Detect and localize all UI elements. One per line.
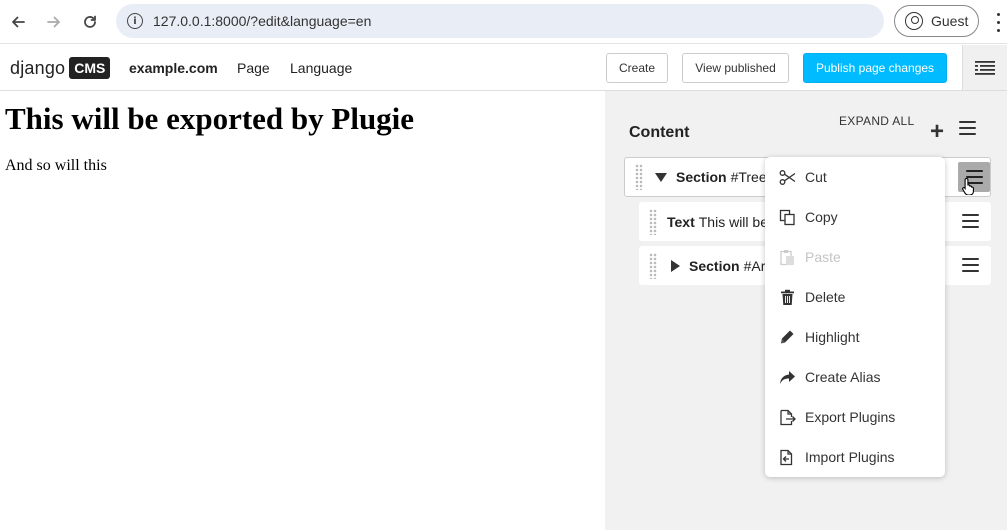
menu-item-delete[interactable]: Delete <box>765 277 945 317</box>
plugin-desc: #Tree <box>730 169 767 185</box>
menu-item-label: Create Alias <box>805 369 881 385</box>
pen-icon <box>778 328 796 346</box>
menu-item-highlight[interactable]: Highlight <box>765 317 945 357</box>
language-menu[interactable]: Language <box>290 60 352 76</box>
menu-item-label: Paste <box>805 249 841 265</box>
logo-badge: CMS <box>69 57 111 79</box>
menu-item-copy[interactable]: Copy <box>765 197 945 237</box>
view-published-button[interactable]: View published <box>682 53 789 83</box>
placeholder-menu-icon[interactable] <box>959 121 976 135</box>
plugin-name: Text <box>667 213 695 230</box>
page-content: This will be exported by Plugie And so w… <box>0 91 605 530</box>
page-paragraph: And so will this <box>5 157 107 174</box>
page-heading: This will be exported by Plugie <box>5 101 415 136</box>
menu-item-export-plugins[interactable]: Export Plugins <box>765 397 945 437</box>
menu-icon <box>962 258 979 272</box>
menu-item-label: Copy <box>805 209 838 225</box>
drag-handle-icon[interactable] <box>649 252 657 279</box>
collapse-arrow-icon[interactable] <box>655 172 667 182</box>
structure-icon <box>975 60 995 75</box>
back-arrow-icon[interactable] <box>4 8 32 36</box>
reload-icon[interactable] <box>76 8 104 36</box>
drag-handle-icon[interactable] <box>649 208 657 235</box>
share-arrow-icon <box>778 368 796 386</box>
menu-item-create-alias[interactable]: Create Alias <box>765 357 945 397</box>
paste-icon <box>778 248 796 266</box>
profile-label: Guest <box>931 13 969 29</box>
menu-item-label: Cut <box>805 169 827 185</box>
menu-item-label: Export Plugins <box>805 409 896 425</box>
cms-toolbar: django CMS example.com Page Language Cre… <box>0 45 1007 91</box>
menu-item-cut[interactable]: Cut <box>765 157 945 197</box>
plugin-menu-button[interactable] <box>962 258 979 272</box>
address-bar[interactable]: i 127.0.0.1:8000/?edit&language=en <box>116 4 884 38</box>
plugin-menu-button[interactable] <box>962 214 979 228</box>
menu-icon <box>962 214 979 228</box>
menu-item-label: Import Plugins <box>805 449 895 465</box>
plugin-desc: This will be <box>698 213 768 230</box>
export-file-icon <box>778 408 796 426</box>
menu-item-label: Highlight <box>805 329 860 345</box>
forward-arrow-icon[interactable] <box>40 8 68 36</box>
placeholder-title: Content <box>629 124 690 141</box>
profile-button[interactable]: Guest <box>894 5 979 37</box>
browser-toolbar: i 127.0.0.1:8000/?edit&language=en Guest <box>0 0 1007 44</box>
logo-text: django <box>10 57 66 78</box>
expand-all-button[interactable]: EXPAND ALL <box>839 114 914 128</box>
plugin-name: Section <box>689 257 740 274</box>
structure-mode-toggle[interactable] <box>962 45 1007 90</box>
site-info-icon[interactable]: i <box>127 13 143 29</box>
django-cms-logo[interactable]: django CMS <box>10 56 111 80</box>
plugin-context-menu: Cut Copy Paste Delete Highlight Create A… <box>765 157 945 477</box>
menu-item-import-plugins[interactable]: Import Plugins <box>765 437 945 477</box>
scissors-icon <box>778 168 796 186</box>
page-menu[interactable]: Page <box>237 60 270 76</box>
drag-handle-icon[interactable] <box>635 164 643 190</box>
add-plugin-icon[interactable]: + <box>924 119 950 145</box>
site-menu[interactable]: example.com <box>129 60 218 76</box>
user-avatar-icon <box>905 12 923 30</box>
import-file-icon <box>778 448 796 466</box>
hand-pointer-icon <box>962 177 974 195</box>
menu-item-label: Delete <box>805 289 846 305</box>
publish-button[interactable]: Publish page changes <box>803 53 947 83</box>
plugin-desc: #Ar <box>743 257 766 274</box>
trash-icon <box>778 288 796 306</box>
plugin-name: Section <box>676 169 727 185</box>
menu-item-paste: Paste <box>765 237 945 277</box>
url-text[interactable]: 127.0.0.1:8000/?edit&language=en <box>153 13 371 29</box>
browser-menu-icon[interactable] <box>993 10 1003 34</box>
expand-arrow-icon[interactable] <box>671 259 680 272</box>
create-button[interactable]: Create <box>606 53 668 83</box>
copy-icon <box>778 208 796 226</box>
